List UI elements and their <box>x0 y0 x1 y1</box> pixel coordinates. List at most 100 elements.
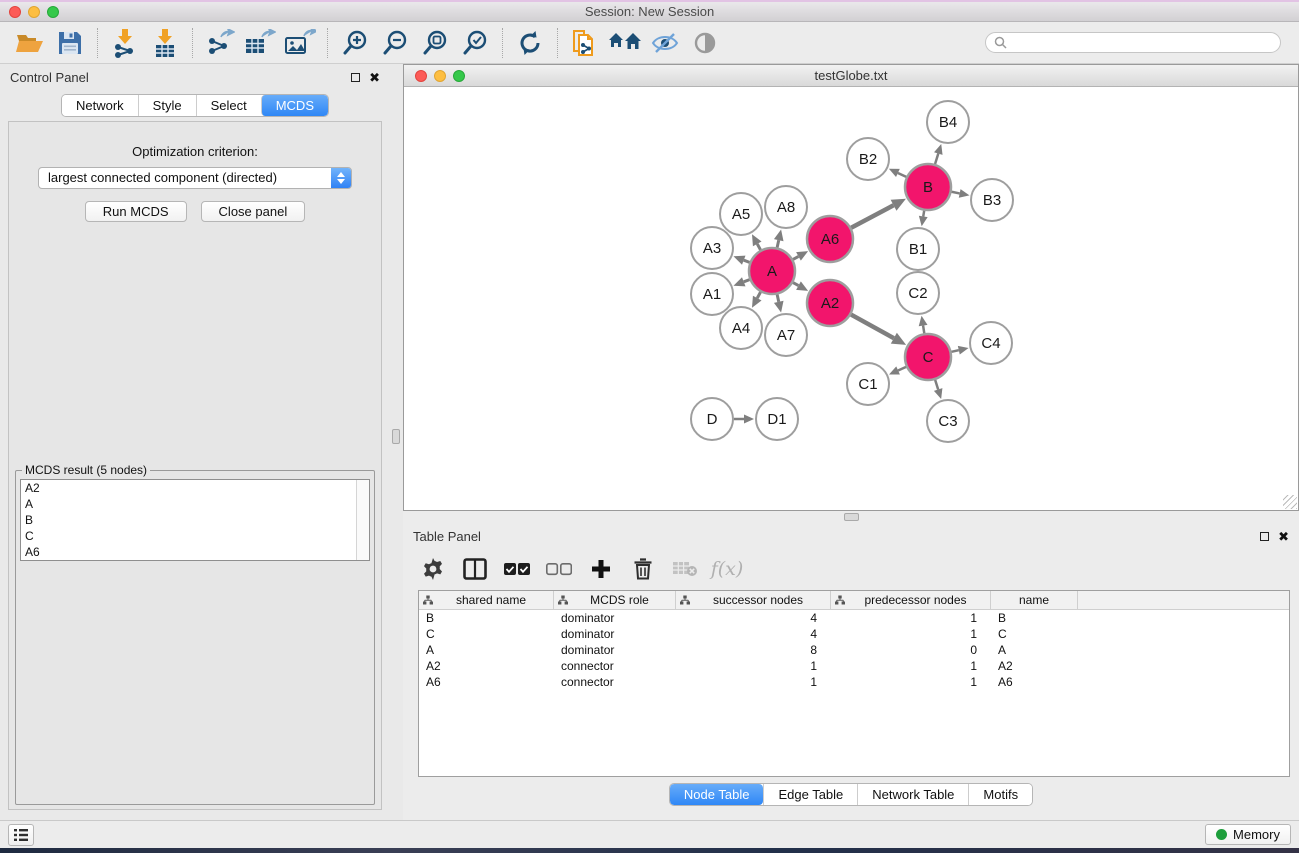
graph-edge[interactable] <box>851 315 894 339</box>
open-file-icon[interactable] <box>10 26 50 60</box>
table-row[interactable]: A2connector11A2 <box>419 658 1289 674</box>
column-header-mcds-role[interactable]: MCDS role <box>554 591 676 609</box>
graph-edge[interactable] <box>923 211 924 217</box>
network-graph[interactable]: B4B2BB3A5A8A6A3B1AA1C2A2A4A7C4CC1DD1C3 <box>404 87 1298 510</box>
toolbar-separator <box>97 28 98 58</box>
result-list-item[interactable]: A <box>21 496 369 512</box>
import-table-icon[interactable] <box>145 26 185 60</box>
hide-panel-eye-icon[interactable] <box>645 26 685 60</box>
tab-style[interactable]: Style <box>138 95 196 116</box>
close-panel-icon[interactable]: ✖ <box>1278 530 1289 543</box>
columns-icon[interactable] <box>459 554 491 584</box>
edge-arrowhead <box>733 277 745 286</box>
export-table-icon[interactable] <box>240 26 280 60</box>
status-bar: Memory <box>0 820 1299 848</box>
edge-arrowhead <box>774 301 784 313</box>
panel-splitter[interactable] <box>390 64 403 820</box>
splitter-grip[interactable] <box>392 429 400 444</box>
memory-button[interactable]: Memory <box>1205 824 1291 845</box>
control-panel: Control Panel ✖ NetworkStyleSelectMCDS O… <box>0 64 390 820</box>
edge-arrowhead <box>733 256 745 265</box>
result-list-item[interactable]: B <box>21 512 369 528</box>
graph-edge[interactable] <box>952 192 960 194</box>
graph-node-label: B2 <box>859 151 877 168</box>
column-header-shared-name[interactable]: shared name <box>419 591 554 609</box>
graph-edge[interactable] <box>935 380 938 390</box>
clone-network-icon[interactable] <box>565 26 605 60</box>
graph-node-label: B <box>923 179 933 196</box>
zoom-selected-icon[interactable] <box>455 26 495 60</box>
tab-network-table[interactable]: Network Table <box>857 784 968 805</box>
show-eye-icon[interactable] <box>685 26 725 60</box>
result-scrollbar[interactable] <box>356 480 369 560</box>
optimization-criterion-dropdown[interactable]: largest connected component (directed) <box>38 167 352 189</box>
refresh-icon[interactable] <box>510 26 550 60</box>
home-network-icon[interactable] <box>605 26 645 60</box>
table-row[interactable]: A6connector11A6 <box>419 674 1289 690</box>
toolbar-separator <box>192 28 193 58</box>
zoom-in-icon[interactable] <box>335 26 375 60</box>
select-all-icon[interactable] <box>501 554 533 584</box>
graph-edge[interactable] <box>757 244 760 250</box>
settings-gear-icon[interactable] <box>417 554 449 584</box>
tab-motifs[interactable]: Motifs <box>968 784 1032 805</box>
graph-edge[interactable] <box>898 173 906 177</box>
tab-select[interactable]: Select <box>196 95 261 116</box>
graph-edge[interactable] <box>777 294 779 301</box>
table-cell: A2 <box>991 659 1078 673</box>
table-cell: 1 <box>831 627 991 641</box>
float-panel-icon[interactable] <box>351 73 360 82</box>
close-panel-button[interactable]: Close panel <box>201 201 306 222</box>
graph-edge[interactable] <box>793 283 798 286</box>
graph-edge[interactable] <box>951 350 958 352</box>
table-row[interactable]: Cdominator41C <box>419 626 1289 642</box>
network-window: testGlobe.txt B4B2BB3A5A8A6A3B1AA1C2A2A4… <box>403 64 1299 511</box>
tab-node-table[interactable]: Node Table <box>670 784 764 805</box>
export-image-icon[interactable] <box>280 26 320 60</box>
search-input[interactable] <box>1012 36 1272 50</box>
tab-network[interactable]: Network <box>62 95 138 116</box>
column-header-name[interactable]: name <box>991 591 1078 609</box>
mcds-result-list[interactable]: A2ABCA6 <box>20 479 370 561</box>
close-panel-icon[interactable]: ✖ <box>369 71 380 84</box>
column-header-predecessor-nodes[interactable]: predecessor nodes <box>831 591 991 609</box>
window-resize-grip[interactable] <box>1283 495 1297 509</box>
graph-edge[interactable] <box>757 292 760 298</box>
function-builder-icon[interactable]: f(x) <box>711 554 743 584</box>
zoom-fit-icon[interactable] <box>415 26 455 60</box>
tab-mcds[interactable]: MCDS <box>261 95 328 116</box>
import-network-icon[interactable] <box>105 26 145 60</box>
graph-edge[interactable] <box>923 326 924 334</box>
network-canvas[interactable]: B4B2BB3A5A8A6A3B1AA1C2A2A4A7C4CC1DD1C3 <box>404 87 1298 510</box>
graph-edge[interactable] <box>744 280 750 282</box>
save-session-icon[interactable] <box>50 26 90 60</box>
graph-node-label: A1 <box>703 286 721 303</box>
graph-edge[interactable] <box>935 154 938 165</box>
delete-table-icon[interactable] <box>669 554 701 584</box>
delete-icon[interactable] <box>627 554 659 584</box>
task-history-icon[interactable] <box>8 824 34 846</box>
node-table[interactable]: shared nameMCDS rolesuccessor nodesprede… <box>418 590 1290 777</box>
table-cell: 1 <box>676 659 831 673</box>
export-network-icon[interactable] <box>200 26 240 60</box>
zoom-out-icon[interactable] <box>375 26 415 60</box>
result-list-item[interactable]: A6 <box>21 544 369 560</box>
horizontal-splitter[interactable] <box>403 511 1299 523</box>
table-row[interactable]: Bdominator41B <box>419 610 1289 626</box>
splitter-grip[interactable] <box>844 513 859 521</box>
graph-edge[interactable] <box>851 205 893 227</box>
result-list-item[interactable]: A2 <box>21 480 369 496</box>
table-row[interactable]: Adominator80A <box>419 642 1289 658</box>
graph-edge[interactable] <box>744 260 750 262</box>
deselect-all-icon[interactable] <box>543 554 575 584</box>
result-list-item[interactable]: C <box>21 528 369 544</box>
graph-edge[interactable] <box>898 367 906 371</box>
graph-edge[interactable] <box>793 256 798 259</box>
float-panel-icon[interactable] <box>1260 532 1269 541</box>
graph-edge[interactable] <box>777 240 779 247</box>
tab-edge-table[interactable]: Edge Table <box>763 784 857 805</box>
column-header-successor-nodes[interactable]: successor nodes <box>676 591 831 609</box>
add-column-icon[interactable] <box>585 554 617 584</box>
run-mcds-button[interactable]: Run MCDS <box>85 201 187 222</box>
graph-node-label: B3 <box>983 192 1001 209</box>
